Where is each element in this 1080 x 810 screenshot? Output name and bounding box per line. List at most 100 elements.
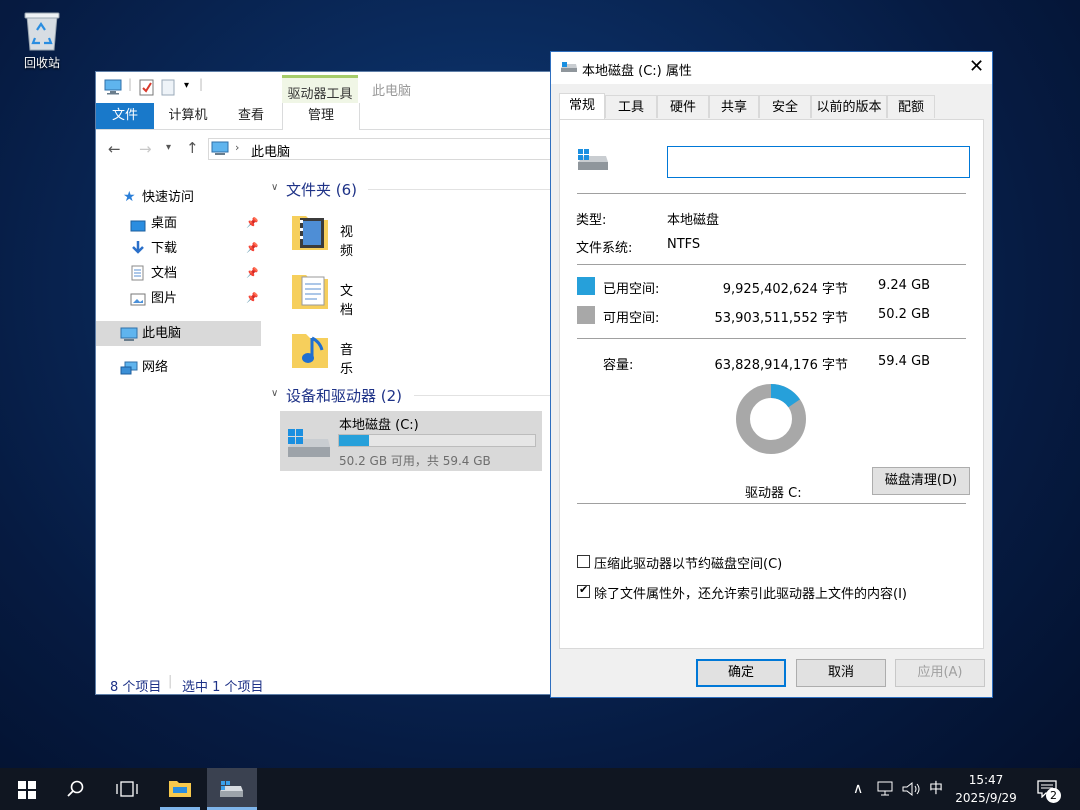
tab-computer[interactable]: 计算机 bbox=[160, 103, 216, 129]
qat-separator: | bbox=[128, 77, 133, 91]
free-space-size: 50.2 GB bbox=[878, 307, 931, 322]
search-button[interactable] bbox=[52, 768, 100, 810]
collapse-chevron-icon[interactable]: ∨ bbox=[271, 182, 278, 193]
task-view-button[interactable] bbox=[102, 768, 150, 810]
tab-file[interactable]: 文件 bbox=[96, 103, 154, 129]
pin-icon[interactable]: 📌 bbox=[246, 261, 258, 286]
drive-tile-c[interactable]: 本地磁盘 (C:) 50.2 GB 可用，共 59.4 GB bbox=[280, 411, 542, 471]
input-method-indicator[interactable]: 中 bbox=[929, 768, 943, 810]
filesystem-value: NTFS bbox=[667, 237, 701, 252]
computer-small-icon bbox=[211, 141, 229, 160]
devices-group-header[interactable]: 设备和驱动器 (2) bbox=[286, 385, 402, 406]
ok-button[interactable]: 确定 bbox=[696, 659, 786, 687]
collapse-chevron-icon[interactable]: ∨ bbox=[271, 388, 278, 399]
clock[interactable]: 15:47 2025/9/29 bbox=[950, 771, 1022, 807]
group-divider bbox=[414, 395, 550, 396]
recycle-bin-label: 回收站 bbox=[23, 56, 60, 70]
volume-label-input[interactable] bbox=[667, 146, 970, 178]
customize-qat-dropdown-icon[interactable]: ▾ bbox=[184, 80, 189, 91]
start-button[interactable] bbox=[2, 768, 50, 810]
free-space-swatch bbox=[577, 306, 595, 324]
dialog-titlebar: 本地磁盘 (C:) 属性 ✕ bbox=[551, 52, 992, 84]
network-icon bbox=[120, 360, 138, 385]
star-icon: ★ bbox=[123, 189, 136, 205]
drive-letter-label: 驱动器 C: bbox=[745, 486, 802, 501]
new-folder-icon[interactable] bbox=[161, 78, 175, 99]
music-folder-icon bbox=[290, 326, 330, 375]
close-icon[interactable]: ✕ bbox=[969, 56, 984, 77]
breadcrumb-chevron-icon[interactable]: › bbox=[235, 141, 239, 154]
action-center-button[interactable]: 2 bbox=[1030, 768, 1076, 810]
tab-security[interactable]: 安全 bbox=[759, 95, 811, 118]
nav-label-quick-access: 快速访问 bbox=[142, 190, 195, 205]
up-arrow-icon[interactable]: ↑ bbox=[186, 139, 199, 157]
drive-large-icon bbox=[576, 147, 610, 176]
drive-small-icon bbox=[560, 61, 578, 76]
type-value: 本地磁盘 bbox=[667, 213, 720, 228]
recent-locations-chevron-icon[interactable]: ▾ bbox=[166, 142, 171, 153]
show-hidden-icons-chevron-icon[interactable]: ∧ bbox=[853, 768, 863, 810]
taskbar-drive-properties[interactable] bbox=[207, 768, 257, 810]
disk-cleanup-button[interactable]: 磁盘清理(D) bbox=[872, 467, 970, 495]
nav-item-documents[interactable]: 文档 📌 bbox=[96, 261, 261, 286]
compress-label[interactable]: 压缩此驱动器以节约磁盘空间(C) bbox=[594, 553, 782, 572]
computer-icon bbox=[104, 79, 122, 98]
forward-arrow-icon[interactable]: → bbox=[139, 140, 152, 158]
nav-item-this-pc[interactable]: 此电脑 bbox=[96, 321, 261, 346]
tab-view[interactable]: 查看 bbox=[226, 103, 276, 129]
tab-hardware[interactable]: 硬件 bbox=[657, 95, 709, 118]
network-status-icon[interactable] bbox=[877, 768, 895, 810]
separator bbox=[577, 503, 966, 504]
drive-icon bbox=[220, 781, 243, 797]
drive-properties-dialog: 本地磁盘 (C:) 属性 ✕ 常规 工具 硬件 共享 安全 以前的版本 配额 类… bbox=[550, 51, 993, 698]
pin-icon[interactable]: 📌 bbox=[246, 211, 258, 236]
ribbon-tab-bar: 文件 计算机 查看 管理 bbox=[96, 103, 550, 130]
search-icon bbox=[67, 780, 84, 797]
tab-general[interactable]: 常规 bbox=[559, 93, 605, 119]
nav-item-pictures[interactable]: 图片 📌 bbox=[96, 286, 261, 311]
properties-check-icon[interactable] bbox=[139, 78, 155, 99]
address-bar-row: ← → ▾ ↑ › 此电脑 bbox=[96, 134, 558, 164]
nav-label-desktop: 桌面 bbox=[151, 216, 178, 231]
separator bbox=[577, 193, 966, 194]
tab-quota[interactable]: 配额 bbox=[887, 95, 935, 118]
nav-item-desktop[interactable]: 桌面 📌 bbox=[96, 211, 261, 236]
address-path[interactable]: 此电脑 bbox=[251, 141, 290, 160]
taskbar-file-explorer[interactable] bbox=[156, 768, 204, 810]
type-label: 类型: bbox=[576, 213, 607, 228]
folders-group-header[interactable]: 文件夹 (6) bbox=[286, 179, 357, 200]
used-space-label: 已用空间: bbox=[603, 282, 660, 297]
general-tab-panel: 类型: 本地磁盘 文件系统: NTFS 已用空间: 9,925,402,624 … bbox=[559, 119, 984, 649]
index-checkbox[interactable]: ✔ bbox=[577, 583, 590, 598]
compress-checkbox[interactable] bbox=[577, 555, 590, 568]
picture-icon bbox=[130, 291, 146, 316]
tab-tools[interactable]: 工具 bbox=[605, 95, 657, 118]
index-label[interactable]: 除了文件属性外，还允许索引此驱动器上文件的内容(I) bbox=[594, 583, 907, 602]
folder-label: 音乐 bbox=[340, 343, 354, 377]
apply-button[interactable]: 应用(A) bbox=[895, 659, 985, 687]
nav-item-quick-access[interactable]: ★ 快速访问 bbox=[96, 185, 261, 210]
dialog-tab-strip: 常规 工具 硬件 共享 安全 以前的版本 配额 bbox=[559, 93, 984, 119]
pin-icon[interactable]: 📌 bbox=[246, 286, 258, 311]
nav-item-network[interactable]: 网络 bbox=[96, 355, 261, 380]
back-arrow-icon[interactable]: ← bbox=[108, 140, 121, 158]
navigation-pane: ★ 快速访问 桌面 📌 下载 📌 文档 📌 图片 📌 此电脑 网络 bbox=[96, 177, 261, 657]
free-space-label: 可用空间: bbox=[603, 311, 660, 326]
nav-label-this-pc: 此电脑 bbox=[142, 326, 182, 341]
tab-sharing[interactable]: 共享 bbox=[709, 95, 759, 118]
tab-manage[interactable]: 管理 bbox=[282, 103, 360, 130]
recycle-bin-desktop-icon[interactable]: 回收站 bbox=[14, 6, 70, 71]
nav-label-network: 网络 bbox=[142, 360, 169, 375]
recycle-bin-icon bbox=[23, 10, 61, 52]
address-box[interactable]: › 此电脑 bbox=[208, 138, 558, 160]
drive-free-text: 50.2 GB 可用，共 59.4 GB bbox=[339, 454, 491, 468]
qat-separator-2: | bbox=[199, 77, 204, 91]
tab-previous-versions[interactable]: 以前的版本 bbox=[811, 95, 887, 118]
used-space-size: 9.24 GB bbox=[878, 278, 931, 293]
dialog-title: 本地磁盘 (C:) 属性 bbox=[582, 64, 692, 79]
separator bbox=[577, 338, 966, 339]
nav-item-downloads[interactable]: 下载 📌 bbox=[96, 236, 261, 261]
pin-icon[interactable]: 📌 bbox=[246, 236, 258, 261]
cancel-button[interactable]: 取消 bbox=[796, 659, 886, 687]
volume-icon[interactable] bbox=[901, 768, 921, 810]
